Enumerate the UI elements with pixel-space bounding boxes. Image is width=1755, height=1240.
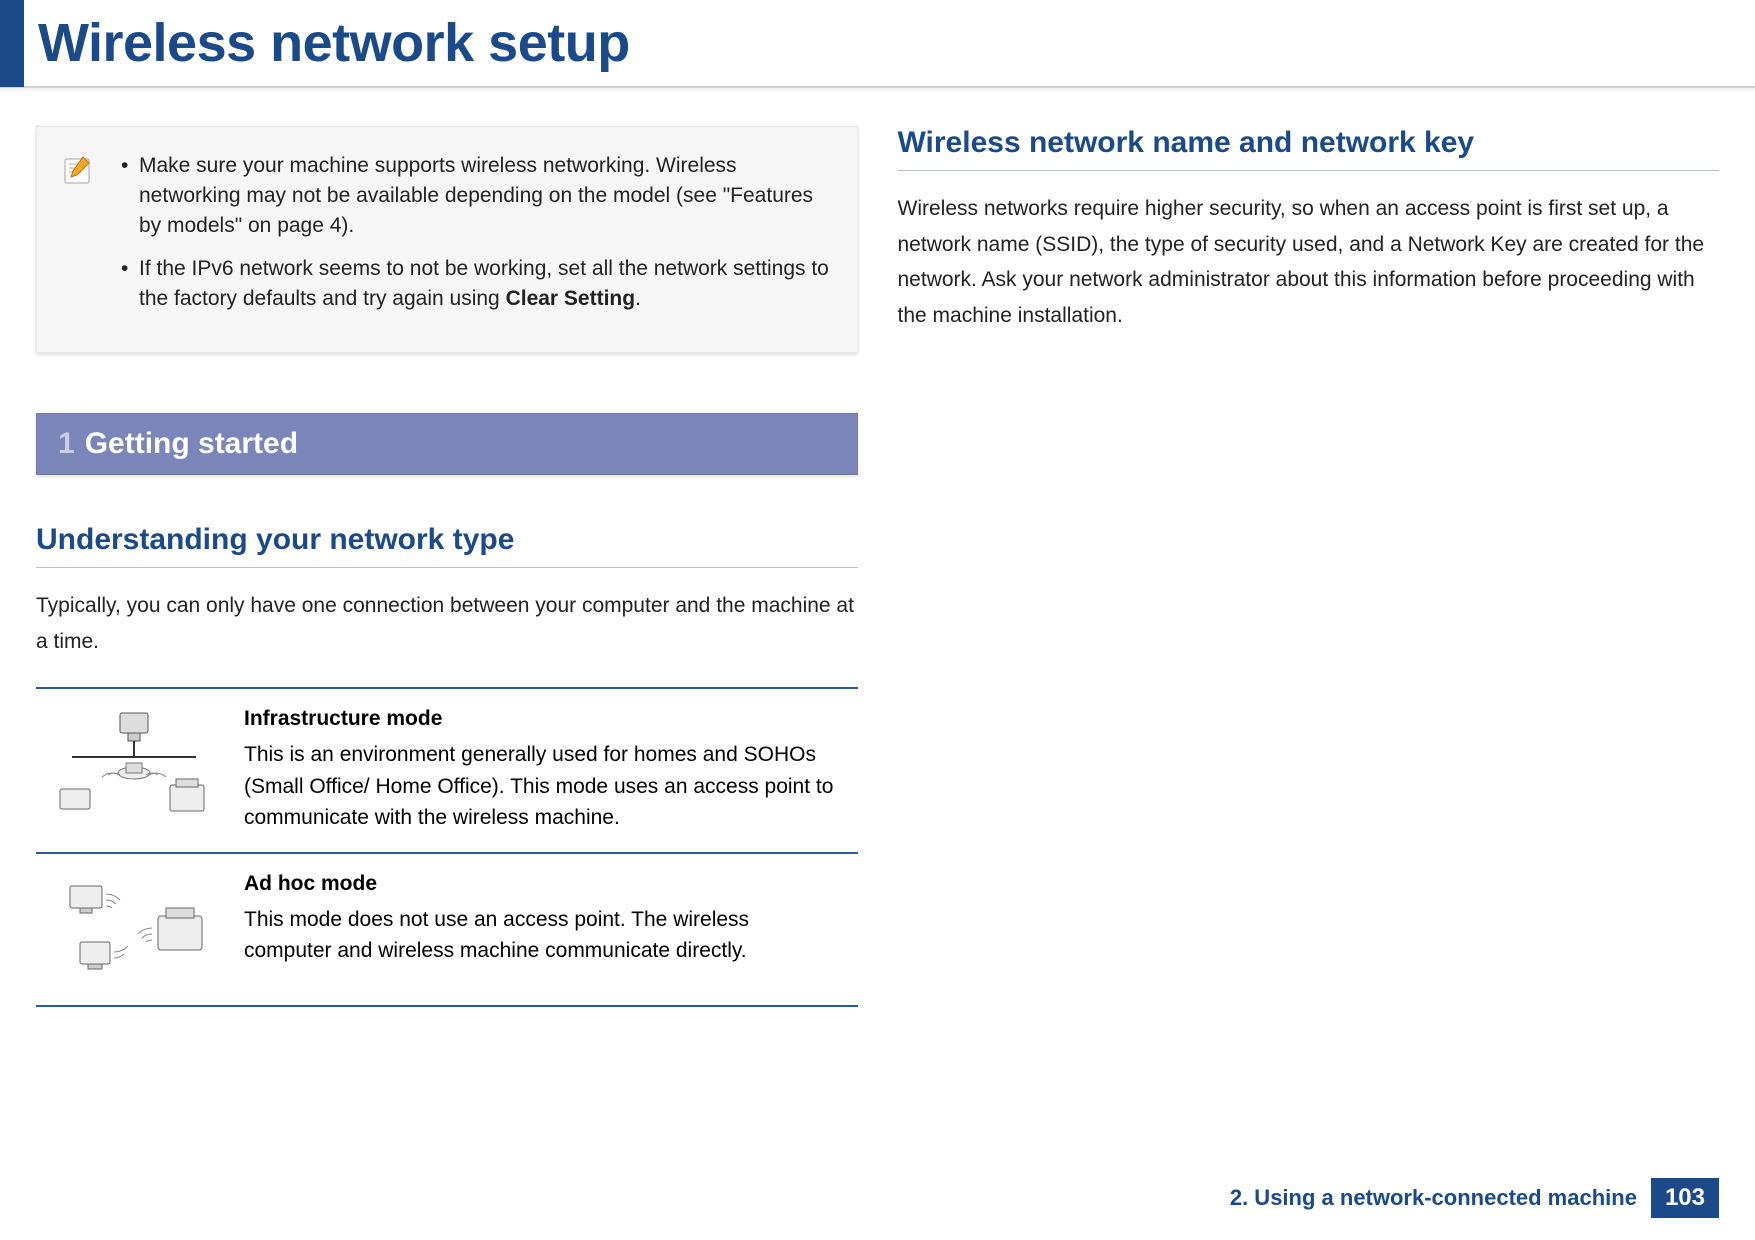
network-type-body: Typically, you can only have one connect… [36,588,858,659]
network-key-body: Wireless networks require higher securit… [898,191,1720,334]
section-label: Getting started [85,427,298,460]
page-header: Wireless network setup [0,0,1755,88]
adhoc-title: Ad hoc mode [244,872,842,896]
note-box: Make sure your machine supports wireless… [36,126,858,353]
table-row: Ad hoc mode This mode does not use an ac… [36,853,858,1006]
note-bullet-1-text: Make sure your machine supports wireless… [139,154,813,237]
infrastructure-desc: This is an environment generally used fo… [244,739,842,834]
adhoc-diagram-icon [52,872,212,982]
section-number: 1 [58,427,75,460]
right-column: Wireless network name and network key Wi… [898,126,1720,1007]
note-bullet-2: If the IPv6 network seems to not be work… [115,254,831,314]
page-title: Wireless network setup [38,12,630,74]
infrastructure-diagram-cell [36,688,228,853]
note-bullet-2-post: . [635,287,641,310]
adhoc-desc: This mode does not use an access point. … [244,904,842,967]
section-heading-band: 1 Getting started [36,413,858,475]
header-shadow [0,86,1755,94]
adhoc-diagram-cell [36,853,228,1006]
table-row: Infrastructure mode This is an environme… [36,688,858,853]
header-accent-bar [0,0,24,87]
page-footer: 2. Using a network-connected machine 103 [1230,1178,1719,1218]
note-list: Make sure your machine supports wireless… [115,151,831,328]
infrastructure-title: Infrastructure mode [244,707,842,731]
subheading-network-type: Understanding your network type [36,523,858,568]
page-number: 103 [1651,1178,1719,1218]
footer-chapter: 2. Using a network-connected machine [1230,1185,1637,1211]
subheading-network-key: Wireless network name and network key [898,126,1720,171]
note-icon [59,151,95,328]
infrastructure-diagram-icon [52,707,212,817]
infrastructure-desc-cell: Infrastructure mode This is an environme… [228,688,858,853]
note-bullet-2-bold: Clear Setting [506,287,636,310]
left-column: Make sure your machine supports wireless… [36,126,858,1007]
network-modes-table: Infrastructure mode This is an environme… [36,687,858,1007]
content-columns: Make sure your machine supports wireless… [0,88,1755,1007]
adhoc-desc-cell: Ad hoc mode This mode does not use an ac… [228,853,858,1006]
note-bullet-1: Make sure your machine supports wireless… [115,151,831,240]
note-bullet-2-pre: If the IPv6 network seems to not be work… [139,257,829,310]
